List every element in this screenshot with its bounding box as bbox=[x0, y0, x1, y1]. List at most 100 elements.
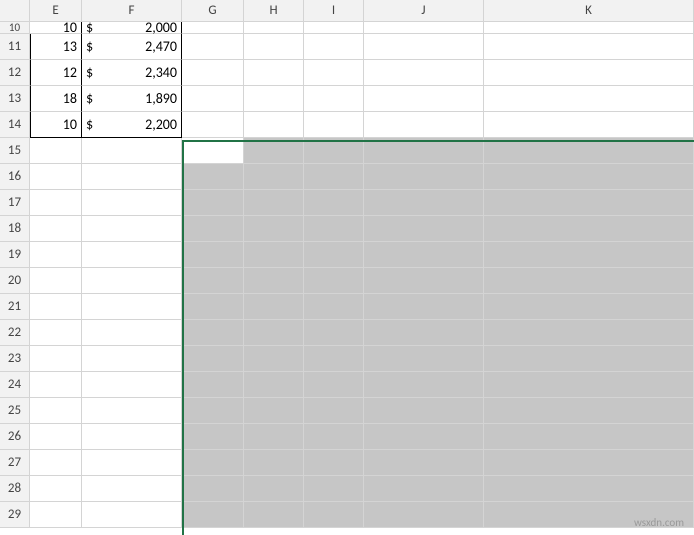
cell[interactable]: 10 bbox=[30, 112, 82, 138]
cell[interactable] bbox=[484, 450, 694, 476]
cell[interactable] bbox=[30, 346, 82, 372]
cell[interactable] bbox=[182, 112, 244, 138]
cell[interactable] bbox=[484, 242, 694, 268]
cell[interactable]: 10 bbox=[30, 22, 82, 34]
cell[interactable] bbox=[182, 424, 244, 450]
cell[interactable] bbox=[244, 320, 304, 346]
cell[interactable] bbox=[82, 372, 182, 398]
cell[interactable] bbox=[182, 86, 244, 112]
cell[interactable] bbox=[182, 190, 244, 216]
cell[interactable] bbox=[304, 294, 364, 320]
cell[interactable]: 18 bbox=[30, 86, 82, 112]
cell[interactable] bbox=[484, 34, 694, 60]
row-header[interactable]: 14 bbox=[0, 112, 30, 138]
cell[interactable] bbox=[82, 476, 182, 502]
row-header[interactable]: 23 bbox=[0, 346, 30, 372]
cell[interactable] bbox=[484, 190, 694, 216]
cell[interactable] bbox=[30, 138, 82, 164]
row-header[interactable]: 10 bbox=[0, 22, 30, 34]
cell[interactable]: 12 bbox=[30, 60, 82, 86]
cell[interactable] bbox=[244, 476, 304, 502]
cell[interactable] bbox=[304, 242, 364, 268]
cell[interactable] bbox=[244, 424, 304, 450]
cell[interactable] bbox=[182, 320, 244, 346]
cell[interactable] bbox=[30, 190, 82, 216]
cell[interactable] bbox=[182, 502, 244, 528]
cell[interactable] bbox=[182, 34, 244, 60]
cell[interactable] bbox=[30, 502, 82, 528]
cell[interactable] bbox=[364, 34, 484, 60]
cell[interactable]: $2,200 bbox=[82, 112, 182, 138]
cell[interactable] bbox=[484, 476, 694, 502]
cell[interactable] bbox=[484, 372, 694, 398]
cell[interactable] bbox=[30, 450, 82, 476]
cell[interactable] bbox=[82, 242, 182, 268]
cell[interactable] bbox=[304, 164, 364, 190]
col-header-k[interactable]: K bbox=[484, 0, 694, 22]
col-header-j[interactable]: J bbox=[364, 0, 484, 22]
row-header[interactable]: 17 bbox=[0, 190, 30, 216]
cell[interactable] bbox=[182, 346, 244, 372]
cell[interactable] bbox=[244, 60, 304, 86]
cell[interactable] bbox=[364, 320, 484, 346]
cell[interactable] bbox=[364, 216, 484, 242]
cell[interactable]: 13 bbox=[30, 34, 82, 60]
col-header-i[interactable]: I bbox=[304, 0, 364, 22]
cell[interactable] bbox=[304, 424, 364, 450]
cell[interactable] bbox=[304, 34, 364, 60]
cell[interactable] bbox=[82, 268, 182, 294]
cell[interactable] bbox=[182, 164, 244, 190]
cell[interactable] bbox=[304, 112, 364, 138]
cell[interactable] bbox=[364, 398, 484, 424]
cell[interactable] bbox=[30, 320, 82, 346]
cell[interactable] bbox=[364, 502, 484, 528]
cell[interactable] bbox=[30, 294, 82, 320]
cell[interactable] bbox=[30, 268, 82, 294]
cell[interactable] bbox=[304, 268, 364, 294]
cell[interactable] bbox=[182, 294, 244, 320]
cell[interactable] bbox=[30, 242, 82, 268]
cell[interactable] bbox=[30, 164, 82, 190]
cell[interactable] bbox=[484, 268, 694, 294]
cell[interactable] bbox=[82, 190, 182, 216]
cell[interactable] bbox=[364, 164, 484, 190]
cell[interactable] bbox=[484, 294, 694, 320]
col-header-h[interactable]: H bbox=[244, 0, 304, 22]
row-header[interactable]: 12 bbox=[0, 60, 30, 86]
cell[interactable] bbox=[182, 398, 244, 424]
cell[interactable] bbox=[30, 424, 82, 450]
cell[interactable] bbox=[82, 164, 182, 190]
cell[interactable]: $2,470 bbox=[82, 34, 182, 60]
cell[interactable] bbox=[82, 502, 182, 528]
cell[interactable] bbox=[304, 502, 364, 528]
cell[interactable] bbox=[82, 138, 182, 164]
cell[interactable] bbox=[364, 242, 484, 268]
cell[interactable] bbox=[484, 164, 694, 190]
row-header[interactable]: 24 bbox=[0, 372, 30, 398]
cell[interactable] bbox=[182, 372, 244, 398]
cell[interactable] bbox=[182, 60, 244, 86]
cell[interactable]: $1,890 bbox=[82, 86, 182, 112]
row-header[interactable]: 16 bbox=[0, 164, 30, 190]
cell[interactable] bbox=[304, 22, 364, 34]
cell[interactable] bbox=[244, 450, 304, 476]
cell[interactable] bbox=[304, 476, 364, 502]
cell[interactable] bbox=[244, 372, 304, 398]
cell[interactable] bbox=[30, 476, 82, 502]
cell[interactable] bbox=[244, 190, 304, 216]
cell[interactable] bbox=[484, 346, 694, 372]
cell[interactable] bbox=[484, 86, 694, 112]
row-header[interactable]: 13 bbox=[0, 86, 30, 112]
cell[interactable] bbox=[364, 112, 484, 138]
cell[interactable] bbox=[182, 450, 244, 476]
cell[interactable] bbox=[82, 346, 182, 372]
cell[interactable] bbox=[304, 372, 364, 398]
row-header[interactable]: 28 bbox=[0, 476, 30, 502]
cell[interactable] bbox=[244, 242, 304, 268]
cell[interactable] bbox=[244, 22, 304, 34]
cell[interactable] bbox=[364, 476, 484, 502]
row-header[interactable]: 22 bbox=[0, 320, 30, 346]
cell[interactable] bbox=[364, 268, 484, 294]
cell[interactable] bbox=[304, 86, 364, 112]
cell[interactable] bbox=[82, 450, 182, 476]
